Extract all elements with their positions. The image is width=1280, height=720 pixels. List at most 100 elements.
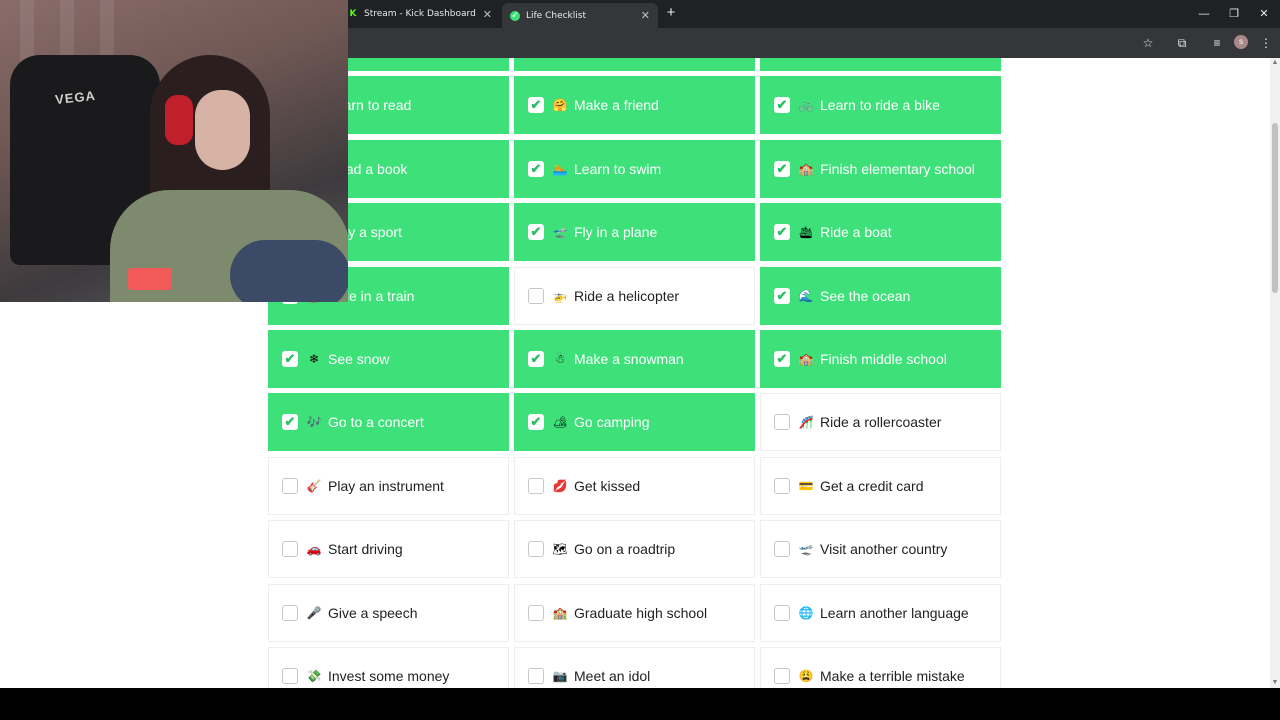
checkbox-unchecked[interactable] [774, 604, 790, 621]
checklist-item[interactable]: ✔ 🛳 Ride a boat [760, 203, 1001, 262]
checkbox-unchecked[interactable] [528, 541, 544, 558]
tab-kick-dashboard[interactable]: K Stream - Kick Dashboard ✕ [340, 3, 500, 25]
menu-icon[interactable]: ⋮ [1258, 35, 1274, 51]
check-icon: ✔ [530, 351, 542, 366]
item-emoji-icon: 🚗 [306, 542, 322, 557]
item-emoji-icon: ❄ [308, 352, 320, 366]
item-emoji-icon: 🗺 [552, 542, 568, 557]
restore-icon[interactable]: ❐ [1226, 6, 1242, 22]
checklist-item[interactable]: ✔ 🏕 Go camping [514, 393, 755, 452]
checkbox-unchecked[interactable] [774, 668, 790, 684]
item-emoji-icon: 🛫 [798, 542, 814, 557]
checklist-item[interactable]: 💸 Invest some money [268, 647, 509, 688]
scrollbar[interactable]: ▲ ▼ [1270, 58, 1280, 688]
checklist-item[interactable]: 🎸 Play an instrument [268, 456, 509, 515]
check-icon: ✔ [776, 97, 788, 113]
checkbox-checked[interactable]: ✔ [282, 351, 298, 367]
checklist-item[interactable]: 📷 Meet an idol [514, 647, 755, 688]
checklist-item[interactable]: ✔ [760, 58, 1001, 71]
checkbox-checked[interactable]: ✔ [774, 287, 790, 304]
checkbox-checked[interactable]: ✔ [774, 160, 790, 177]
item-label: Make a friend [574, 97, 659, 114]
bookmark-star-icon[interactable]: ☆ [1140, 35, 1156, 51]
scroll-down-icon[interactable]: ▼ [1270, 678, 1280, 688]
checklist-item[interactable]: 💋 Get kissed [514, 456, 755, 515]
checklist-item[interactable]: ✔ 🏊 Learn to swim [514, 139, 755, 198]
checklist-item[interactable]: ✔ 🏫 Finish middle school [760, 330, 1001, 388]
checklist-item[interactable]: ✔ ❄ See snow [268, 330, 509, 388]
webcam-overlay: VEGA [0, 0, 348, 302]
item-emoji-icon: 🎢 [798, 415, 814, 430]
minimize-icon[interactable]: — [1196, 6, 1212, 22]
checklist-item[interactable]: 🏫 Graduate high school [514, 583, 755, 642]
item-label: Graduate high school [574, 604, 708, 621]
check-icon: ✔ [530, 97, 542, 113]
checklist-item[interactable]: 🚁 Ride a helicopter [514, 266, 755, 325]
checkbox-unchecked[interactable] [282, 477, 298, 494]
checkbox-unchecked[interactable] [528, 477, 544, 494]
checkbox-unchecked[interactable] [528, 287, 544, 304]
item-emoji-icon: 💸 [306, 669, 322, 683]
item-label: Get kissed [574, 477, 641, 494]
checklist-item[interactable]: ✔ 🏫 Finish elementary school [760, 139, 1001, 198]
checkbox-unchecked[interactable] [528, 668, 544, 684]
checklist-item[interactable]: 🎢 Ride a rollercoaster [760, 393, 1001, 452]
checklist-item[interactable]: ✔ 🤗 Make a friend [514, 76, 755, 135]
scroll-thumb[interactable] [1272, 123, 1278, 293]
checkbox-checked[interactable]: ✔ [528, 224, 544, 241]
item-label: See snow [328, 351, 390, 367]
checkbox-unchecked[interactable] [774, 477, 790, 494]
check-icon: ✔ [776, 160, 788, 176]
checkbox-unchecked[interactable] [282, 668, 298, 684]
item-emoji-icon: 💋 [552, 478, 568, 493]
checkbox-unchecked[interactable] [774, 414, 790, 431]
extensions-icon[interactable]: ⧉ [1174, 35, 1190, 51]
item-emoji-icon: 🎤 [306, 605, 322, 620]
checkbox-checked[interactable]: ✔ [528, 97, 544, 114]
checkbox-unchecked[interactable] [282, 604, 298, 621]
checkbox-unchecked[interactable] [282, 541, 298, 558]
checkbox-checked[interactable]: ✔ [528, 160, 544, 177]
close-tab-icon[interactable]: ✕ [483, 8, 492, 21]
item-label: Finish elementary school [820, 160, 975, 177]
checkbox-checked[interactable]: ✔ [774, 351, 790, 367]
checklist-item[interactable]: 🗺 Go on a roadtrip [514, 520, 755, 579]
checklist-item[interactable]: 🎤 Give a speech [268, 583, 509, 642]
checklist-item[interactable]: 🚗 Start driving [268, 520, 509, 579]
checklist-item[interactable]: ✔ [514, 58, 755, 71]
checkbox-checked[interactable]: ✔ [528, 351, 544, 367]
rgb-light [128, 268, 172, 290]
profile-avatar[interactable]: s [1234, 35, 1248, 49]
item-label: Learn another language [820, 604, 969, 621]
checklist-item[interactable]: ✔ 🛫 Fly in a plane [514, 203, 755, 262]
checklist-item[interactable]: ✔ 🌊 See the ocean [760, 266, 1001, 325]
item-emoji-icon: 🏫 [552, 605, 568, 620]
checklist-item[interactable]: 🌐 Learn another language [760, 583, 1001, 642]
checklist-item[interactable]: 🛫 Visit another country [760, 520, 1001, 579]
new-tab-icon[interactable]: + [664, 5, 678, 21]
scroll-up-icon[interactable]: ▲ [1270, 58, 1280, 68]
checklist-item[interactable]: 😩 Make a terrible mistake [760, 647, 1001, 688]
checkbox-checked[interactable]: ✔ [774, 224, 790, 241]
checkbox-unchecked[interactable] [774, 541, 790, 558]
check-icon: ✔ [530, 160, 542, 176]
checklist-item[interactable]: ✔ 🚲 Learn to ride a bike [760, 76, 1001, 135]
check-icon: ✔ [530, 224, 542, 240]
close-window-icon[interactable]: ✕ [1256, 6, 1272, 22]
checkbox-unchecked[interactable] [528, 604, 544, 621]
item-label: Invest some money [328, 668, 450, 684]
checklist-item[interactable]: 💳 Get a credit card [760, 456, 1001, 515]
close-tab-icon[interactable]: ✕ [641, 9, 650, 22]
checkbox-checked[interactable]: ✔ [774, 97, 790, 114]
media-control-icon[interactable]: ≡ [1209, 35, 1225, 51]
item-emoji-icon: 🏫 [798, 352, 814, 366]
checklist-item[interactable]: ✔ 🎶 Go to a concert [268, 393, 509, 452]
item-emoji-icon: 🌊 [798, 288, 814, 303]
checklist-item[interactable]: ✔ ☃ Make a snowman [514, 330, 755, 388]
item-emoji-icon: 😩 [798, 669, 814, 683]
checkbox-checked[interactable]: ✔ [282, 414, 298, 431]
item-emoji-icon: 🎶 [306, 415, 322, 430]
checkbox-checked[interactable]: ✔ [528, 414, 544, 431]
item-label: Make a snowman [574, 351, 684, 367]
tab-life-checklist[interactable]: ✓ Life Checklist ✕ [502, 3, 658, 28]
